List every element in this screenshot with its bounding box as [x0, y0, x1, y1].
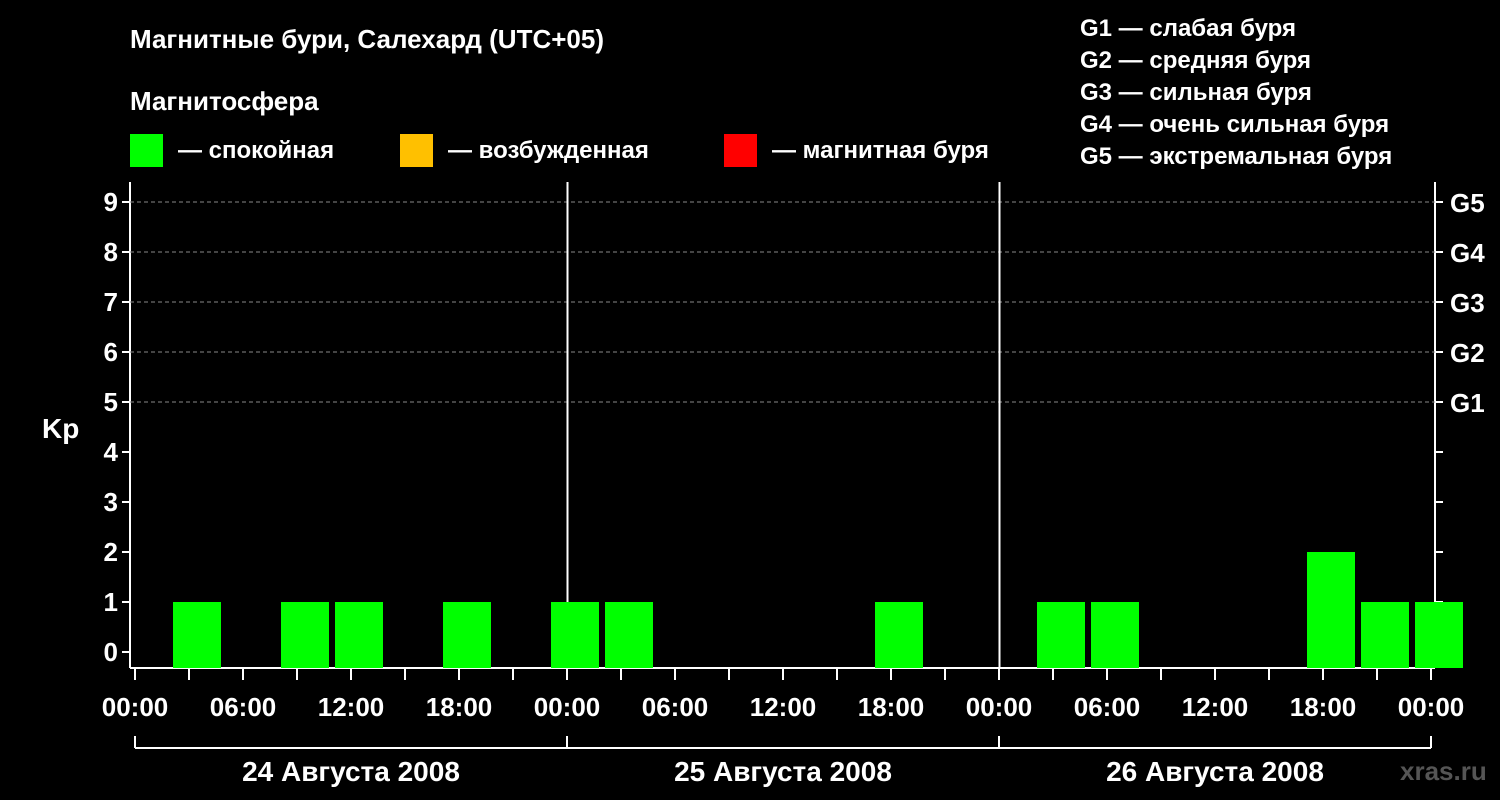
- x-tick-label-7: 18:00: [858, 692, 925, 722]
- storm-level-4: G4 — очень сильная буря: [1080, 111, 1389, 138]
- legend-heading: Магнитосфера: [130, 86, 319, 116]
- storm-level-3: G3 — сильная буря: [1080, 79, 1312, 106]
- y-tick-label-4: 4: [104, 437, 119, 467]
- kp-bar-8: [1091, 602, 1139, 668]
- y-tick-label-5: 5: [104, 387, 118, 417]
- x-tick-label-8: 00:00: [966, 692, 1033, 722]
- kp-bar-0: [173, 602, 221, 668]
- x-tick-label-11: 18:00: [1290, 692, 1357, 722]
- x-tick-label-6: 12:00: [750, 692, 817, 722]
- kp-bar-3: [443, 602, 491, 668]
- right-axis-label-G2: G2: [1450, 338, 1485, 368]
- y-tick-label-7: 7: [104, 287, 118, 317]
- day-label-1: 25 Августа 2008: [674, 756, 892, 787]
- legend: — спокойная — возбужденная — магнитная бур…: [130, 134, 989, 167]
- right-axis-label-G5: G5: [1450, 188, 1485, 218]
- plot-area: 0 1 2 3 4 5 6 7 8 9 G1 G2 G3 G4 G5 Kp 00:00 06:00 12:00 18:…: [42, 182, 1485, 787]
- day-label-0: 24 Августа 2008: [242, 756, 460, 787]
- x-tick-label-0: 00:00: [102, 692, 169, 722]
- kp-bar-10: [1361, 602, 1409, 668]
- x-tick-label-12: 00:00: [1398, 692, 1465, 722]
- x-tick-label-9: 06:00: [1074, 692, 1141, 722]
- right-axis-label-G1: G1: [1450, 388, 1485, 418]
- storm-level-1: G1 — слабая буря: [1080, 15, 1296, 42]
- legend-swatch-0: [130, 134, 163, 167]
- y-tick-label-6: 6: [104, 337, 118, 367]
- legend-swatch-2: [724, 134, 757, 167]
- kp-bar-5: [605, 602, 653, 668]
- legend-label-1: — возбужденная: [448, 137, 649, 164]
- kp-chart: Магнитные бури, Салехард (UTC+05) Магнит…: [42, 15, 1487, 787]
- storm-level-5: G5 — экстремальная буря: [1080, 143, 1392, 170]
- x-tick-label-5: 06:00: [642, 692, 709, 722]
- kp-bar-1: [281, 602, 329, 668]
- x-tick-label-3: 18:00: [426, 692, 493, 722]
- y-tick-label-3: 3: [104, 487, 118, 517]
- watermark: xras.ru: [1400, 756, 1487, 786]
- day-label-2: 26 Августа 2008: [1106, 756, 1324, 787]
- x-tick-label-4: 00:00: [534, 692, 601, 722]
- y-tick-label-2: 2: [104, 537, 118, 567]
- y-tick-label-1: 1: [104, 587, 118, 617]
- x-tick-label-1: 06:00: [210, 692, 277, 722]
- legend-label-0: — спокойная: [178, 137, 334, 164]
- kp-bar-7: [1037, 602, 1085, 668]
- right-axis-label-G4: G4: [1450, 238, 1485, 268]
- storm-levels-list: G1 — слабая буря G2 — средняя буря G3 — си…: [1080, 15, 1392, 170]
- kp-bar-2: [335, 602, 383, 668]
- legend-swatch-1: [400, 134, 433, 167]
- x-tick-label-2: 12:00: [318, 692, 385, 722]
- storm-level-2: G2 — средняя буря: [1080, 47, 1311, 74]
- y-tick-label-9: 9: [104, 187, 118, 217]
- right-axis-label-G3: G3: [1450, 288, 1485, 318]
- y-tick-label-0: 0: [104, 637, 118, 667]
- legend-label-2: — магнитная буря: [772, 137, 989, 164]
- kp-bar-6: [875, 602, 923, 668]
- kp-bar-11: [1415, 602, 1463, 668]
- y-tick-label-8: 8: [104, 237, 118, 267]
- kp-bar-4: [551, 602, 599, 668]
- y-axis-label: Kp: [42, 413, 79, 444]
- x-tick-label-10: 12:00: [1182, 692, 1249, 722]
- kp-bar-9: [1307, 552, 1355, 668]
- chart-title: Магнитные бури, Салехард (UTC+05): [130, 24, 604, 54]
